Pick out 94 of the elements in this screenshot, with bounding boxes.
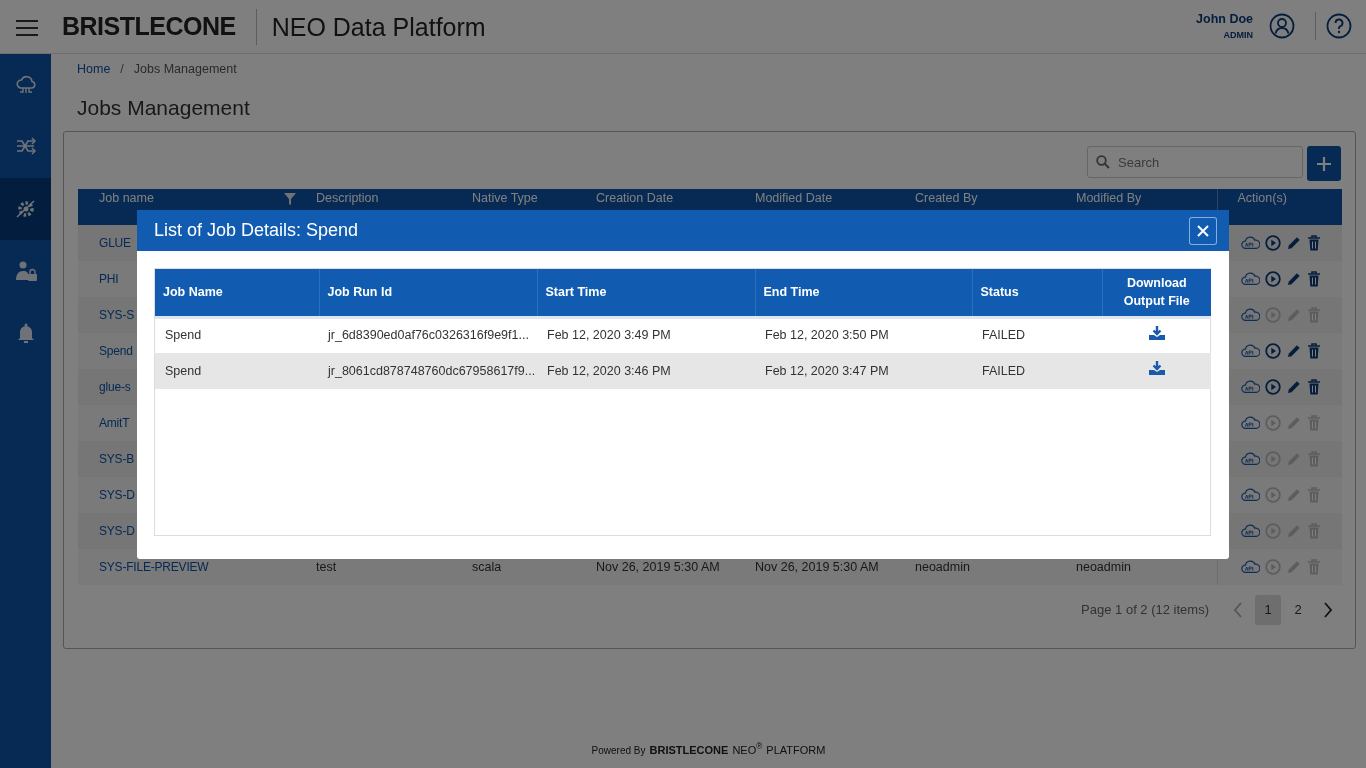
footer-product: NEO$^{®}$ bbox=[732, 741, 763, 758]
user-lock-icon bbox=[13, 259, 38, 283]
table-cell: Nov 26, 2019 5:30 AM bbox=[755, 559, 879, 574]
footer-text: Powered By bbox=[591, 743, 646, 758]
table-cell: scala bbox=[472, 559, 502, 574]
table-cell: Nov 26, 2019 5:30 AM bbox=[596, 559, 720, 574]
api-cloud-icon[interactable] bbox=[1239, 523, 1260, 539]
job-name-link[interactable]: SYS-B bbox=[99, 452, 134, 466]
job-name-link[interactable]: SYS-D bbox=[99, 524, 135, 538]
column-header: End Time bbox=[763, 284, 820, 299]
job-name-link[interactable]: SYS-FILE-PREVIEW bbox=[99, 560, 209, 574]
user-role: ADMIN bbox=[1223, 30, 1253, 41]
column-header: Description bbox=[316, 191, 379, 205]
sidebar-item[interactable] bbox=[0, 178, 51, 240]
table-cell: test bbox=[316, 559, 337, 574]
play-icon[interactable] bbox=[1264, 235, 1281, 251]
close-button[interactable] bbox=[1189, 216, 1217, 245]
delete-icon[interactable] bbox=[1306, 271, 1321, 287]
breadcrumb-current: Jobs Management bbox=[133, 60, 237, 78]
app-title: NEO Data Platform bbox=[255, 8, 486, 45]
table-cell: jr_8061cd878748760dc67958617f9... bbox=[328, 363, 536, 378]
api-cloud-icon[interactable] bbox=[1239, 379, 1260, 395]
job-name-link[interactable]: GLUE bbox=[99, 236, 131, 250]
table-cell: FAILED bbox=[982, 363, 1026, 378]
table-cell: Spend bbox=[165, 328, 202, 343]
play-icon[interactable] bbox=[1264, 343, 1281, 359]
chevron-left-icon bbox=[1233, 602, 1243, 618]
plus-icon bbox=[1316, 155, 1332, 172]
job-name-link[interactable]: SYS-D bbox=[99, 488, 135, 502]
api-cloud-icon[interactable] bbox=[1239, 343, 1260, 359]
page-button[interactable]: 1 bbox=[1255, 595, 1281, 625]
column-header: Action(s) bbox=[1237, 191, 1287, 205]
api-cloud-icon[interactable] bbox=[1239, 415, 1260, 431]
job-name-link[interactable]: glue-s bbox=[99, 380, 131, 394]
footer-brand-logo: BRISTLECONE bbox=[649, 742, 729, 758]
api-cloud-icon[interactable] bbox=[1239, 487, 1260, 503]
user-name: John Doe bbox=[1196, 12, 1253, 28]
column-header: Status bbox=[980, 284, 1019, 299]
download-button[interactable] bbox=[1148, 325, 1165, 340]
column-header: Download Output File bbox=[1123, 275, 1190, 309]
column-header: Created By bbox=[915, 191, 978, 205]
column-header: Creation Date bbox=[596, 191, 674, 205]
menu-button[interactable] bbox=[16, 17, 38, 36]
table-cell: neoadmin bbox=[1076, 559, 1131, 574]
job-name-link[interactable]: Spend bbox=[99, 344, 133, 358]
play-icon[interactable] bbox=[1264, 379, 1281, 395]
column-header: Native Type bbox=[472, 191, 538, 205]
filter-icon[interactable] bbox=[284, 192, 296, 205]
brand-logo: BRISTLECONE bbox=[62, 10, 236, 42]
table-cell: Feb 12, 2020 3:49 PM bbox=[547, 328, 671, 343]
job-name-link[interactable]: AmitT bbox=[99, 416, 130, 430]
api-cloud-icon[interactable] bbox=[1239, 235, 1260, 251]
table-cell: Feb 12, 2020 3:46 PM bbox=[547, 363, 671, 378]
column-header: Job Name bbox=[163, 284, 223, 299]
chevron-right-icon bbox=[1323, 602, 1333, 618]
edit-icon[interactable] bbox=[1285, 343, 1302, 359]
delete-icon[interactable] bbox=[1306, 379, 1321, 395]
delete-icon[interactable] bbox=[1306, 235, 1321, 251]
search-icon bbox=[1096, 155, 1110, 169]
table-cell: jr_6d8390ed0af76c0326316f9e9f1... bbox=[328, 328, 529, 343]
api-cloud-icon[interactable] bbox=[1239, 307, 1260, 323]
footer-platform: PLATFORM bbox=[766, 742, 826, 758]
dialog-title: List of Job Details: Spend bbox=[154, 219, 359, 242]
column-header: Modified Date bbox=[755, 191, 833, 205]
table-cell: neoadmin bbox=[915, 559, 970, 574]
pagination-summary: Page 1 of 2 (12 items) bbox=[1081, 601, 1209, 620]
api-cloud-icon[interactable] bbox=[1239, 559, 1260, 575]
table-cell: FAILED bbox=[982, 328, 1026, 343]
page-title: Jobs Management bbox=[77, 95, 251, 121]
delete-icon[interactable] bbox=[1306, 343, 1321, 359]
column-header: Job Run Id bbox=[327, 284, 393, 299]
user-avatar-button[interactable] bbox=[1269, 13, 1295, 40]
breadcrumb-separator: / bbox=[120, 60, 124, 78]
job-name-link[interactable]: PHI bbox=[99, 272, 119, 286]
column-header: Modified By bbox=[1076, 191, 1142, 205]
breadcrumb-link[interactable]: Home bbox=[77, 59, 111, 79]
add-button[interactable] bbox=[1307, 146, 1341, 181]
edit-icon[interactable] bbox=[1285, 235, 1302, 251]
api-cloud-icon[interactable] bbox=[1239, 271, 1260, 287]
table-cell: Spend bbox=[165, 363, 202, 378]
page-button[interactable]: 2 bbox=[1285, 595, 1311, 625]
edit-icon[interactable] bbox=[1285, 379, 1302, 395]
edit-icon[interactable] bbox=[1285, 271, 1302, 287]
column-header: Start Time bbox=[545, 284, 607, 299]
help-icon[interactable] bbox=[1326, 13, 1352, 40]
table-cell: Feb 12, 2020 3:47 PM bbox=[765, 363, 889, 378]
download-button[interactable] bbox=[1148, 361, 1165, 376]
play-icon[interactable] bbox=[1264, 271, 1281, 287]
table-cell: Feb 12, 2020 3:50 PM bbox=[765, 328, 889, 343]
close-icon bbox=[1197, 224, 1209, 237]
job-name-link[interactable]: SYS-S bbox=[99, 308, 134, 322]
column-header: Job name bbox=[99, 191, 154, 206]
api-cloud-icon[interactable] bbox=[1239, 451, 1260, 467]
search-field[interactable]: Search bbox=[1087, 146, 1303, 178]
